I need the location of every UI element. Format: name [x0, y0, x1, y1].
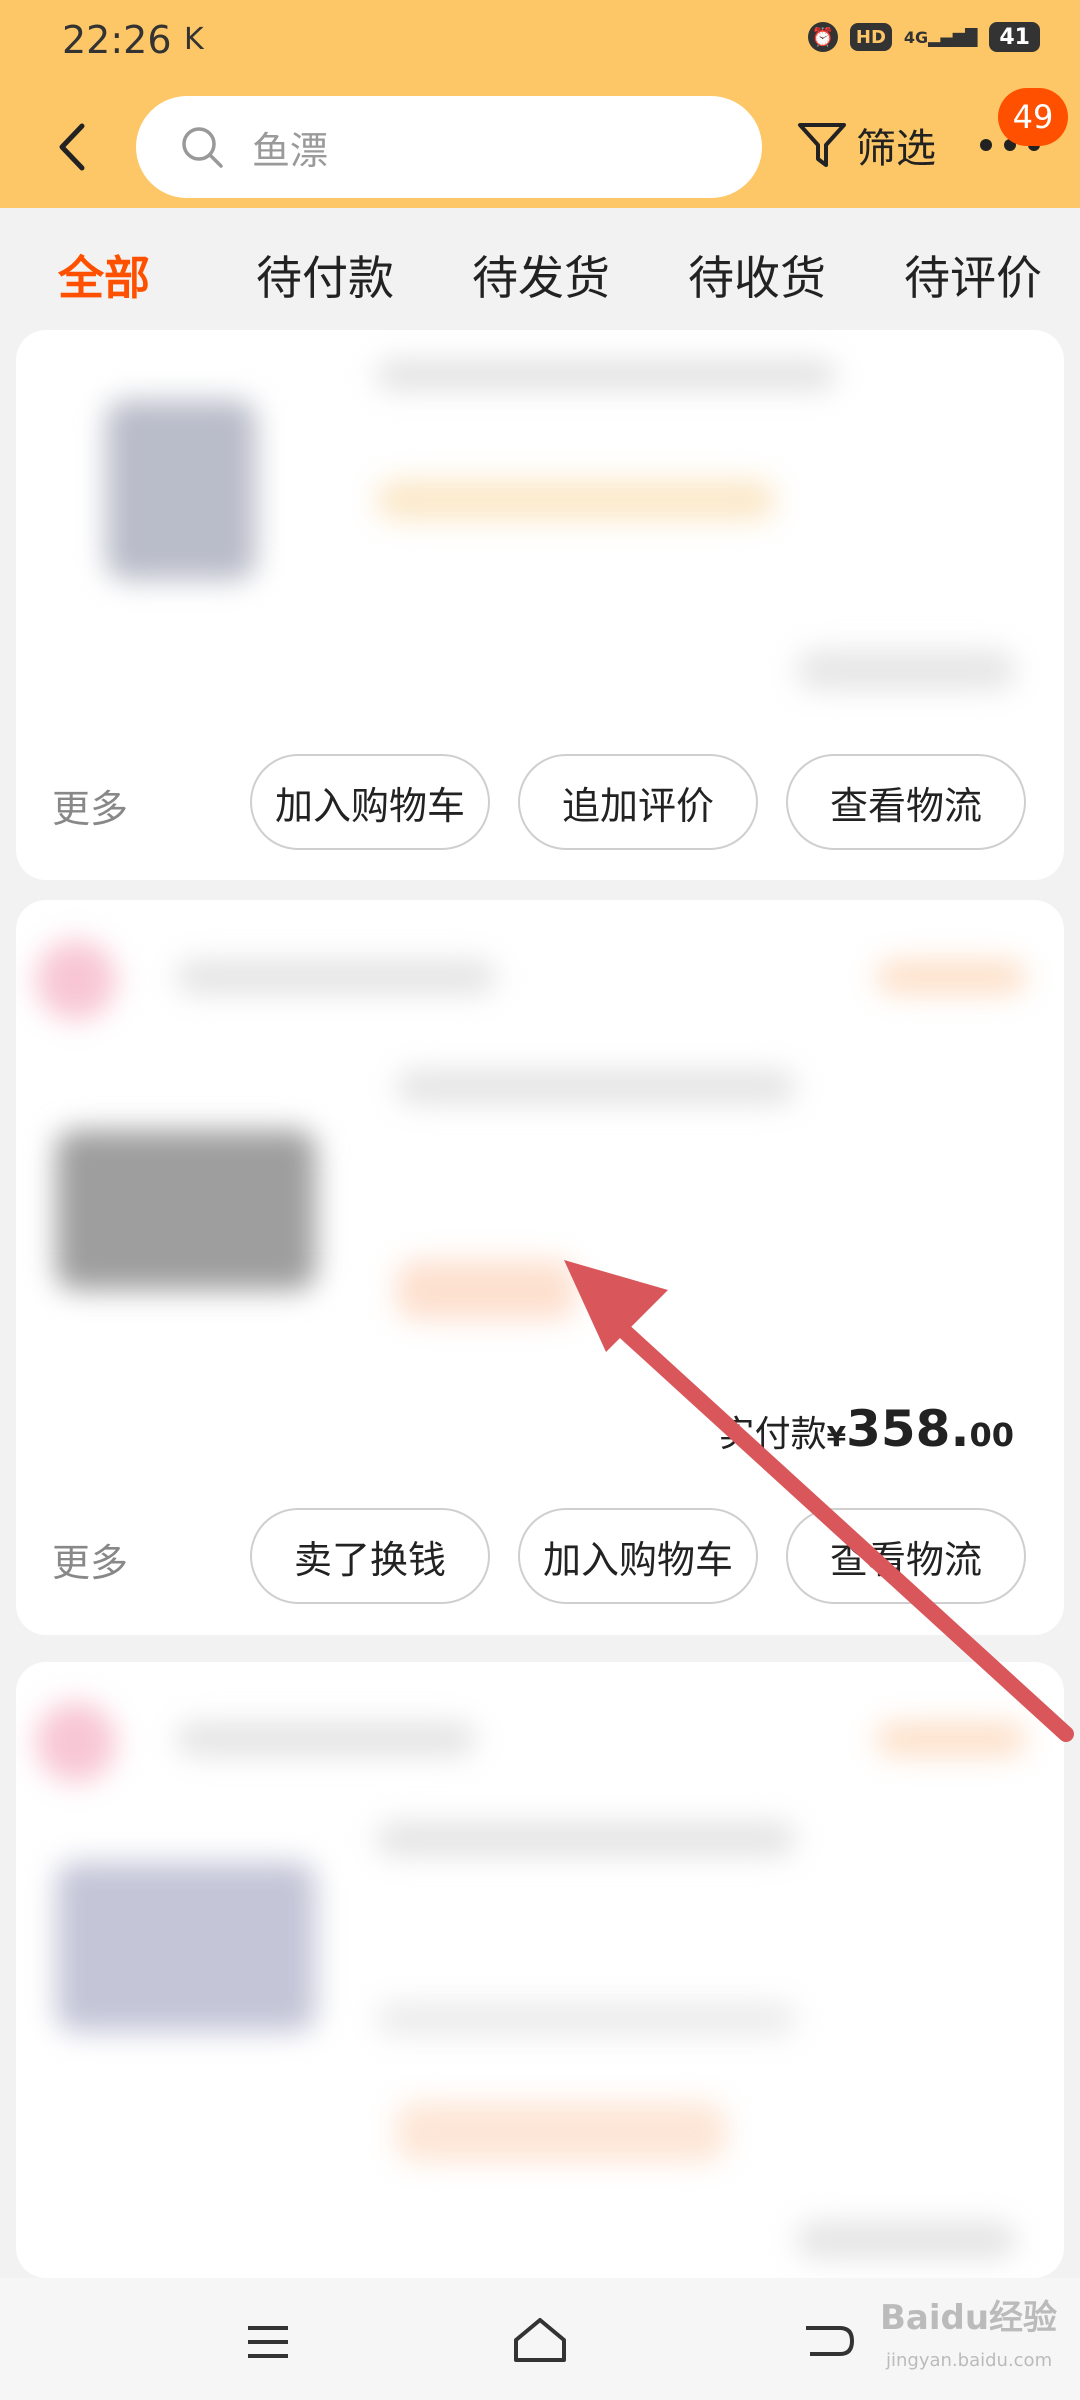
- price-integer: 358.: [846, 1400, 970, 1458]
- product-tag-blurred: [376, 480, 776, 520]
- menu-icon[interactable]: [244, 2322, 292, 2362]
- filter-button[interactable]: 筛选: [796, 116, 936, 174]
- product-image-blurred: [56, 1862, 316, 2032]
- price-blurred: [796, 2222, 1016, 2258]
- view-logistics-button[interactable]: 查看物流: [786, 754, 1026, 850]
- shop-avatar-blurred: [36, 940, 116, 1020]
- sell-for-cash-button[interactable]: 卖了换钱: [250, 1508, 490, 1604]
- hd-icon: HD: [849, 23, 892, 51]
- add-to-cart-button[interactable]: 加入购物车: [518, 1508, 758, 1604]
- tab-pending-review[interactable]: 待评价: [904, 242, 1042, 308]
- status-icons: ⏰ HD 4G▂▄▆█ 41: [807, 22, 1040, 52]
- more-link[interactable]: 更多: [52, 778, 128, 833]
- price-blurred: [796, 650, 1016, 690]
- k-indicator: K: [184, 22, 204, 57]
- product-tag-blurred: [396, 1260, 576, 1320]
- order-card-3[interactable]: [16, 1662, 1064, 2278]
- product-spec-blurred: [376, 2002, 796, 2036]
- product-title-blurred: [376, 360, 836, 390]
- more-link[interactable]: 更多: [52, 1532, 128, 1587]
- shop-avatar-blurred: [36, 1702, 116, 1782]
- product-tag-blurred: [396, 2102, 726, 2162]
- product-image-blurred: [106, 400, 256, 580]
- actual-payment: 实付款 ¥ 358. 00: [719, 1400, 1014, 1458]
- order-card-1[interactable]: 更多 加入购物车 追加评价 查看物流: [16, 330, 1064, 880]
- battery-icon: 41: [989, 22, 1040, 52]
- home-icon[interactable]: [510, 2314, 570, 2366]
- tab-all[interactable]: 全部: [58, 242, 150, 308]
- shop-name-blurred: [176, 1722, 476, 1756]
- back-arrow-icon[interactable]: [48, 112, 98, 182]
- filter-label: 筛选: [856, 126, 936, 172]
- order-status-blurred: [876, 960, 1026, 994]
- alarm-icon: ⏰: [807, 22, 838, 52]
- shop-name-blurred: [176, 960, 496, 994]
- view-logistics-button[interactable]: 查看物流: [786, 1508, 1026, 1604]
- search-icon: [182, 127, 223, 168]
- tab-pending-shipment[interactable]: 待发货: [472, 242, 610, 308]
- order-status-blurred: [876, 1722, 1026, 1756]
- order-card-2[interactable]: 实付款 ¥ 358. 00 更多 卖了换钱 加入购物车 查看物流: [16, 900, 1064, 1635]
- back-nav-icon[interactable]: [800, 2318, 856, 2364]
- price-decimal: 00: [969, 1416, 1014, 1454]
- top-header: 22:26 K ⏰ HD 4G▂▄▆█ 41 鱼漂 筛选 49: [0, 0, 1080, 208]
- network-label: 4G: [903, 27, 929, 47]
- product-image-blurred: [56, 1130, 316, 1290]
- filter-icon: [798, 123, 846, 167]
- baidu-watermark-url: jingyan.baidu.com: [886, 2350, 1053, 2371]
- search-input[interactable]: 鱼漂: [136, 96, 762, 198]
- tab-pending-payment[interactable]: 待付款: [256, 242, 394, 308]
- status-time: 22:26: [62, 18, 172, 62]
- tab-pending-receipt[interactable]: 待收货: [688, 242, 826, 308]
- notification-badge: 49: [998, 88, 1068, 146]
- search-placeholder: 鱼漂: [252, 128, 329, 173]
- signal-icon: 4G▂▄▆█: [903, 27, 978, 47]
- product-title-blurred: [376, 1822, 796, 1856]
- product-title-blurred: [396, 1070, 796, 1104]
- add-to-cart-button[interactable]: 加入购物车: [250, 754, 490, 850]
- actual-payment-label: 实付款: [718, 1414, 827, 1455]
- currency-symbol: ¥: [826, 1420, 847, 1453]
- baidu-watermark: Baidu经验: [880, 2298, 1058, 2338]
- add-review-button[interactable]: 追加评价: [518, 754, 758, 850]
